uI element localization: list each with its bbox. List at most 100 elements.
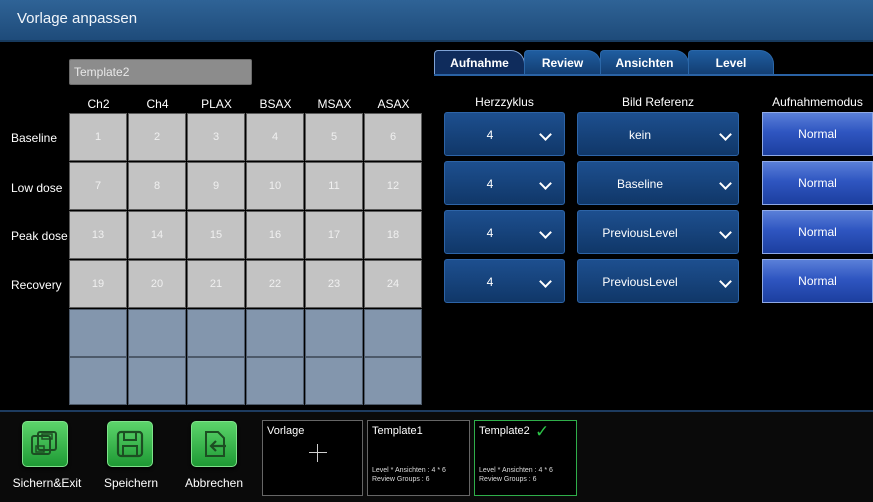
reference-select[interactable]: PreviousLevel [577, 259, 739, 303]
mode-header: Aufnahmemodus [772, 95, 863, 109]
exit-icon [205, 431, 226, 457]
plus-icon [309, 444, 327, 462]
grid-cell-empty[interactable] [187, 309, 245, 357]
grid-cell[interactable]: 2 [128, 113, 186, 161]
grid-col-header: BSAX [259, 97, 292, 111]
grid-cell-empty[interactable] [187, 357, 245, 405]
grid-cell[interactable]: 5 [305, 113, 363, 161]
mode-button[interactable]: Normal [762, 112, 873, 156]
heart-cycle-select[interactable]: 4 [444, 210, 565, 254]
grid-cell[interactable]: 18 [364, 211, 422, 259]
grid-row-header: Peak dose [11, 229, 68, 243]
heart-cycle-select[interactable]: 4 [444, 112, 565, 156]
grid-cell[interactable]: 12 [364, 162, 422, 210]
grid-cell[interactable]: 21 [187, 260, 245, 308]
heart-cycle-value: 4 [486, 226, 494, 240]
save-button[interactable] [107, 421, 153, 467]
grid-col-header: ASAX [377, 97, 410, 111]
mode-button[interactable]: Normal [762, 210, 873, 254]
chevron-down-icon [719, 226, 732, 239]
checkmark-icon: ✓ [535, 422, 550, 441]
grid-col-header: PLAX [201, 97, 232, 111]
grid-cell[interactable]: 11 [305, 162, 363, 210]
grid-cell[interactable]: 7 [69, 162, 127, 210]
bottom-toolbar: Sichern&Exit Speichern Abbrechen Vorlage… [0, 410, 873, 502]
template-card[interactable]: Template1 Level * Ansichten : 4 * 6 Revi… [367, 420, 470, 496]
new-template-card[interactable]: Vorlage [262, 420, 363, 496]
grid-cell[interactable]: 22 [246, 260, 304, 308]
floppy-disk-icon [116, 430, 144, 458]
grid-cell[interactable]: 16 [246, 211, 304, 259]
grid-cell-empty[interactable] [246, 309, 304, 357]
grid-cell-empty[interactable] [246, 357, 304, 405]
chevron-down-icon [539, 275, 552, 288]
chevron-down-icon [719, 128, 732, 141]
grid-col-header: Ch2 [87, 97, 110, 111]
card-title: Template2 [479, 425, 530, 437]
heart-cycle-header: Herzzyklus [475, 95, 534, 109]
main-content: Template2 Ch2 Ch4 PLAX BSAX MSAX ASAX Ba… [0, 42, 873, 410]
heart-cycle-value: 4 [486, 128, 494, 142]
heart-cycle-select[interactable]: 4 [444, 161, 565, 205]
grid-cell-empty[interactable] [128, 357, 186, 405]
grid-cell[interactable]: 6 [364, 113, 422, 161]
card-review-groups: Review Groups : 6 [372, 476, 430, 483]
save-label: Speichern [103, 476, 159, 490]
card-level-views: Level * Ansichten : 4 * 6 [479, 467, 553, 474]
reference-value: kein [628, 128, 651, 142]
grid-cell-empty[interactable] [305, 357, 363, 405]
grid-cell[interactable]: 4 [246, 113, 304, 161]
grid-row-header: Low dose [11, 181, 63, 195]
save-exit-icon [31, 431, 57, 455]
title-bar: Vorlage anpassen [0, 0, 873, 42]
mode-button[interactable]: Normal [762, 259, 873, 303]
grid-cell[interactable]: 1 [69, 113, 127, 161]
reference-select[interactable]: PreviousLevel [577, 210, 739, 254]
tab-level[interactable]: Level [688, 50, 774, 74]
chevron-down-icon [719, 275, 732, 288]
reference-select[interactable]: kein [577, 112, 739, 156]
window-title: Vorlage anpassen [17, 10, 138, 27]
template-name-field[interactable]: Template2 [69, 59, 252, 85]
grid-cell-empty[interactable] [364, 309, 422, 357]
grid-cell-empty[interactable] [364, 357, 422, 405]
card-title: Vorlage [267, 425, 305, 437]
grid-cell-empty[interactable] [128, 309, 186, 357]
card-title: Template1 [372, 425, 423, 437]
template-card-selected[interactable]: Template2 ✓ Level * Ansichten : 4 * 6 Re… [474, 420, 577, 496]
grid-cell[interactable]: 15 [187, 211, 245, 259]
reference-value: PreviousLevel [602, 226, 678, 240]
chevron-down-icon [539, 226, 552, 239]
grid-cell[interactable]: 17 [305, 211, 363, 259]
tab-aufnahme[interactable]: Aufnahme [434, 50, 525, 74]
tab-ansichten[interactable]: Ansichten [600, 50, 689, 74]
grid-cell[interactable]: 14 [128, 211, 186, 259]
grid-cell-empty[interactable] [305, 309, 363, 357]
heart-cycle-value: 4 [486, 275, 494, 289]
save-exit-button[interactable] [22, 421, 68, 467]
grid-cell[interactable]: 23 [305, 260, 363, 308]
reference-header: Bild Referenz [621, 95, 695, 109]
grid-row-header: Baseline [11, 131, 58, 145]
grid-col-header: Ch4 [146, 97, 169, 111]
reference-select[interactable]: Baseline [577, 161, 739, 205]
grid-cell[interactable]: 24 [364, 260, 422, 308]
grid-row-header: Recovery [11, 278, 62, 292]
grid-cell[interactable]: 13 [69, 211, 127, 259]
heart-cycle-select[interactable]: 4 [444, 259, 565, 303]
grid-cell-empty[interactable] [69, 309, 127, 357]
cancel-label: Abbrechen [184, 476, 244, 490]
grid-cell[interactable]: 10 [246, 162, 304, 210]
grid-cell[interactable]: 20 [128, 260, 186, 308]
mode-button[interactable]: Normal [762, 161, 873, 205]
grid-cell[interactable]: 8 [128, 162, 186, 210]
grid-cell[interactable]: 3 [187, 113, 245, 161]
grid-cell[interactable]: 19 [69, 260, 127, 308]
grid-cell[interactable]: 9 [187, 162, 245, 210]
grid-cell-empty[interactable] [69, 357, 127, 405]
chevron-down-icon [719, 177, 732, 190]
card-review-groups: Review Groups : 6 [479, 476, 537, 483]
cancel-button[interactable] [191, 421, 237, 467]
tab-review[interactable]: Review [524, 50, 601, 74]
chevron-down-icon [539, 177, 552, 190]
